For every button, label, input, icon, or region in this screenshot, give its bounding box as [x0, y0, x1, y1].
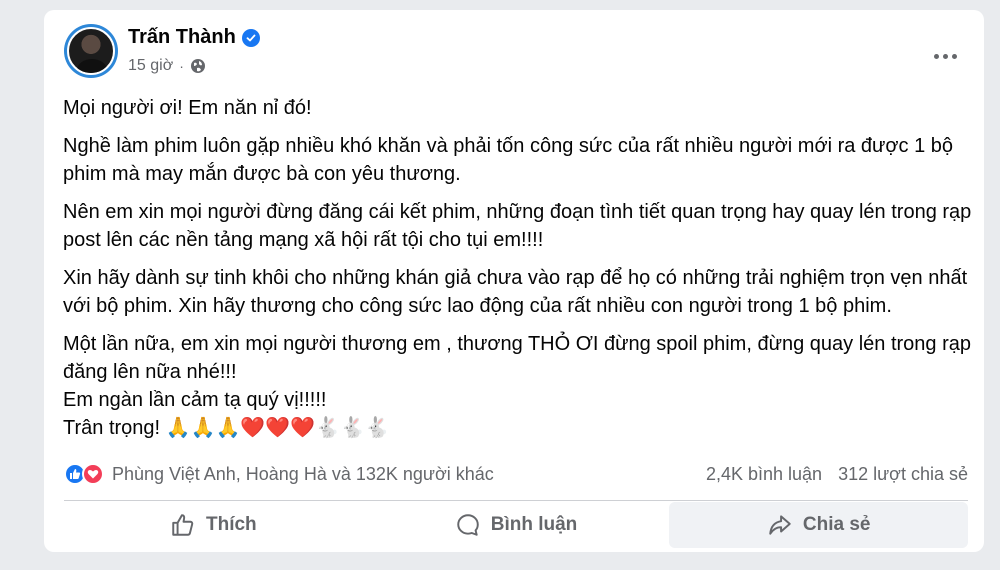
divider: [64, 500, 968, 501]
meta-separator: ·: [179, 58, 184, 74]
post-card: Trấn Thành 15 giờ · Mọi người ơi! Em năn…: [44, 10, 984, 552]
post-line: Trân trọng! 🙏🙏🙏❤️❤️❤️🐇🐇🐇: [63, 417, 390, 439]
more-icon-dot: [942, 53, 948, 59]
like-button[interactable]: Thích: [64, 502, 363, 548]
verified-icon: [241, 28, 260, 47]
like-label: Thích: [206, 514, 257, 535]
reaction-icons[interactable]: [64, 463, 104, 485]
avatar-image: [67, 27, 115, 75]
like-icon: [172, 514, 194, 536]
post-stats: Phùng Việt Anh, Hoàng Hà và 132K người k…: [64, 456, 968, 492]
post-body: Mọi người ơi! Em năn nỉ đó! Nghề làm phi…: [63, 94, 973, 442]
share-icon: [769, 515, 791, 535]
share-button[interactable]: Chia sẻ: [669, 502, 969, 548]
post-actions: Thích Bình luận Chia sẻ: [64, 502, 969, 548]
more-icon-dot: [951, 53, 957, 59]
post-paragraph: Một lần nữa, em xin mọi người thương em …: [63, 333, 971, 383]
more-options-button[interactable]: [930, 46, 960, 66]
post-paragraph: Nên em xin mọi người đừng đăng cái kết p…: [63, 201, 972, 251]
more-icon-dot: [933, 53, 939, 59]
avatar[interactable]: [64, 24, 118, 78]
post-paragraph: Nghề làm phim luôn gặp nhiều khó khăn và…: [63, 135, 954, 185]
post-line: Em ngàn lần cảm tạ quý vị!!!!!: [63, 389, 327, 411]
stats-counts: 2,4K bình luận 312 lượt chia sẻ: [706, 464, 968, 485]
reactors-text[interactable]: Phùng Việt Anh, Hoàng Hà và 132K người k…: [112, 464, 494, 485]
shares-count[interactable]: 312 lượt chia sẻ: [838, 464, 968, 485]
post-time[interactable]: 15 giờ: [128, 57, 173, 75]
post-paragraph: Xin hãy dành sự tinh khôi cho những khán…: [63, 267, 968, 317]
comments-count[interactable]: 2,4K bình luận: [706, 464, 822, 485]
comment-icon: [457, 514, 479, 536]
share-label: Chia sẻ: [802, 514, 871, 535]
author-name[interactable]: Trấn Thành: [128, 26, 236, 49]
post-paragraph: Mọi người ơi! Em năn nỉ đó!: [63, 97, 312, 119]
post-header: Trấn Thành 15 giờ ·: [64, 24, 968, 94]
comment-label: Bình luận: [490, 514, 578, 535]
love-reaction-icon: [82, 463, 104, 485]
comment-button[interactable]: Bình luận: [367, 502, 666, 548]
globe-icon[interactable]: [190, 58, 206, 74]
author-line: Trấn Thành: [128, 26, 260, 49]
post-meta: 15 giờ ·: [128, 57, 206, 75]
